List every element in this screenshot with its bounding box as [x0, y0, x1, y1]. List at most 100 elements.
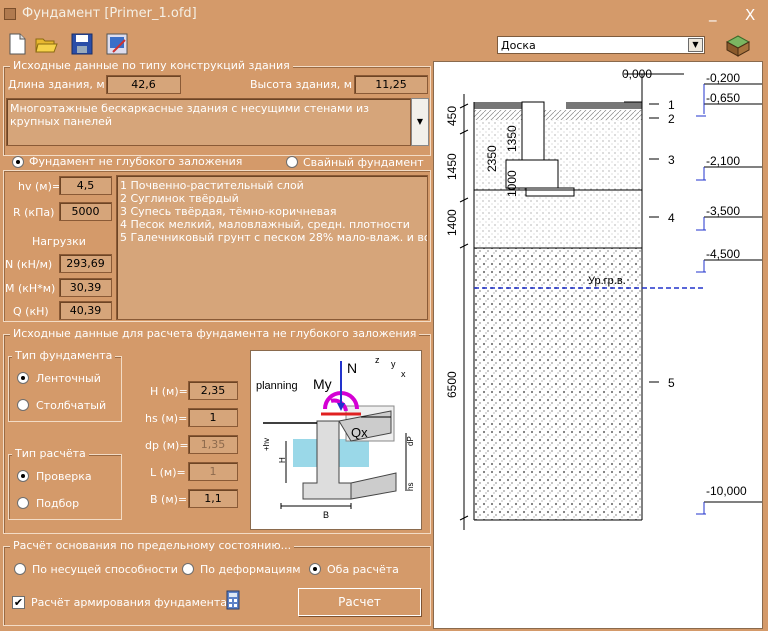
- calc-type-group: [8, 454, 122, 520]
- layer-item: 1 Почвенно-растительный слой: [120, 179, 304, 192]
- layer-number-2: 2: [668, 112, 675, 126]
- strip-radio[interactable]: [17, 372, 29, 384]
- hv-label: hv (м)=: [18, 180, 62, 193]
- building-height-field[interactable]: 11,25: [354, 75, 428, 94]
- sketch-z: z: [375, 355, 380, 365]
- layer-item: 4 Песок мелкий, маловлажный, средн. плот…: [120, 218, 410, 231]
- foundation-type-legend: Тип фундамента: [12, 349, 116, 362]
- plank-icon[interactable]: [724, 32, 752, 58]
- dim-inner-0: 1350: [505, 125, 519, 152]
- building-length-field[interactable]: 42,6: [106, 75, 181, 94]
- building-type-text: Многоэтажные бескаркасные здания с несущ…: [10, 102, 369, 128]
- new-file-icon[interactable]: [5, 32, 29, 56]
- app-icon: [4, 8, 16, 20]
- dim-left-1: 1450: [445, 153, 459, 180]
- sketch-x: x: [401, 369, 406, 379]
- sketch-qx: Qx: [351, 425, 368, 440]
- layer-number-3: 3: [668, 153, 675, 167]
- check-label[interactable]: Проверка: [36, 470, 92, 483]
- level-1: -0,200: [706, 71, 740, 85]
- dp-label: dp (м)=: [145, 439, 189, 452]
- m-field[interactable]: 30,39: [59, 278, 112, 297]
- bearing-radio[interactable]: [14, 563, 26, 575]
- level-4: -3,500: [706, 204, 740, 218]
- layer-item: 3 Супесь твёрдая, тёмно-коричневая: [120, 205, 337, 218]
- l-label: L (м)=: [150, 466, 186, 479]
- layer-item: 5 Галечниковый грунт с песком 28% мало-в…: [120, 231, 427, 244]
- soil-layers-list[interactable]: 1 Почвенно-растительный слой 2 Суглинок …: [116, 175, 428, 320]
- reinforcement-label[interactable]: Расчёт армирования фундамента: [31, 596, 227, 609]
- layer-number-4: 4: [668, 211, 675, 225]
- hv-field[interactable]: 4,5: [59, 176, 112, 195]
- sketch-hv: +hv: [262, 438, 271, 451]
- level-0: 0,000: [622, 67, 652, 81]
- water-level-label: Ур.гр.в.: [588, 275, 626, 287]
- q-label: Q (кН): [13, 305, 49, 318]
- deform-radio[interactable]: [182, 563, 194, 575]
- calculate-button[interactable]: Расчет: [298, 588, 421, 616]
- select-radio[interactable]: [17, 497, 29, 509]
- dim-left-2: 1400: [445, 209, 459, 236]
- h-field[interactable]: 2,35: [188, 381, 238, 400]
- sketch-n: N: [347, 360, 357, 376]
- save-icon[interactable]: [70, 32, 94, 56]
- building-type-select[interactable]: Многоэтажные бескаркасные здания с несущ…: [6, 98, 411, 146]
- column-radio[interactable]: [17, 399, 29, 411]
- deform-label[interactable]: По деформациям: [200, 563, 301, 576]
- calculator-icon[interactable]: [226, 590, 240, 610]
- n-field[interactable]: 293,69: [59, 254, 112, 273]
- chevron-down-icon[interactable]: ▼: [688, 38, 703, 52]
- export-icon[interactable]: [105, 32, 129, 56]
- shallow-foundation-label[interactable]: Фундамент не глубокого заложения: [29, 155, 242, 168]
- shallow-foundation-radio[interactable]: [12, 156, 24, 168]
- calc-type-legend: Тип расчёта: [12, 447, 89, 460]
- column-label[interactable]: Столбчатый: [36, 399, 106, 412]
- level-2: -0,650: [706, 91, 740, 105]
- layer-number-5: 5: [668, 376, 675, 390]
- bearing-label[interactable]: По несущей способности: [32, 563, 178, 576]
- sketch-hs: hs: [406, 483, 415, 491]
- dim-inner-2: 1000: [505, 170, 519, 197]
- minimize-button[interactable]: _: [709, 4, 717, 22]
- building-length-label: Длина здания, м: [8, 78, 105, 91]
- sketch-y: y: [391, 359, 396, 369]
- hs-field[interactable]: 1: [188, 408, 238, 427]
- material-select-value: Доска: [501, 39, 536, 52]
- both-label[interactable]: Оба расчёта: [327, 563, 399, 576]
- reinforcement-checkbox[interactable]: ✔: [12, 596, 25, 609]
- hs-label: hs (м)=: [145, 412, 188, 425]
- foundation-type-group: [8, 356, 122, 422]
- l-field: 1: [188, 462, 238, 481]
- h-label: H (м)=: [150, 385, 188, 398]
- sketch-planning: planning: [256, 380, 298, 392]
- layer-item: 2 Суглинок твёрдый: [120, 192, 239, 205]
- soil-profile-drawing: 0,000 -0,200 -0,650 -2,100 -3,500 -4,500…: [433, 61, 763, 629]
- b-field[interactable]: 1,1: [188, 489, 238, 508]
- both-radio[interactable]: [309, 563, 321, 575]
- select-label[interactable]: Подбор: [36, 497, 79, 510]
- layer-number-1: 1: [668, 98, 675, 112]
- open-folder-icon[interactable]: [34, 32, 58, 56]
- shallow-calc-legend: Исходные данные для расчета фундамента н…: [10, 327, 420, 340]
- building-type-dropdown-button[interactable]: ▼: [411, 98, 429, 146]
- r-field[interactable]: 5000: [59, 202, 112, 221]
- strip-label[interactable]: Ленточный: [36, 372, 101, 385]
- n-label: N (кН/м): [5, 258, 53, 271]
- dim-inner-1: 2350: [485, 145, 499, 172]
- pile-foundation-radio[interactable]: [286, 156, 298, 168]
- material-select[interactable]: Доска ▼: [497, 36, 705, 54]
- sketch-b: B: [323, 510, 329, 520]
- close-button[interactable]: X: [745, 6, 755, 24]
- check-radio[interactable]: [17, 470, 29, 482]
- window-title: Фундамент [Primer_1.ofd]: [22, 6, 197, 21]
- dim-left-0: 450: [445, 106, 459, 126]
- dp-field: 1,35: [188, 435, 238, 454]
- foundation-sketch: planning My N Qx z y x +hv H dP hs B: [250, 350, 422, 530]
- sketch-dp: dP: [406, 436, 415, 446]
- building-height-label: Высота здания, м: [250, 78, 353, 91]
- r-label: R (кПа): [13, 206, 55, 219]
- pile-foundation-label[interactable]: Свайный фундамент: [303, 156, 424, 169]
- q-field[interactable]: 40,39: [59, 301, 112, 320]
- b-label: B (м)=: [150, 493, 188, 506]
- dim-left-3: 6500: [445, 371, 459, 398]
